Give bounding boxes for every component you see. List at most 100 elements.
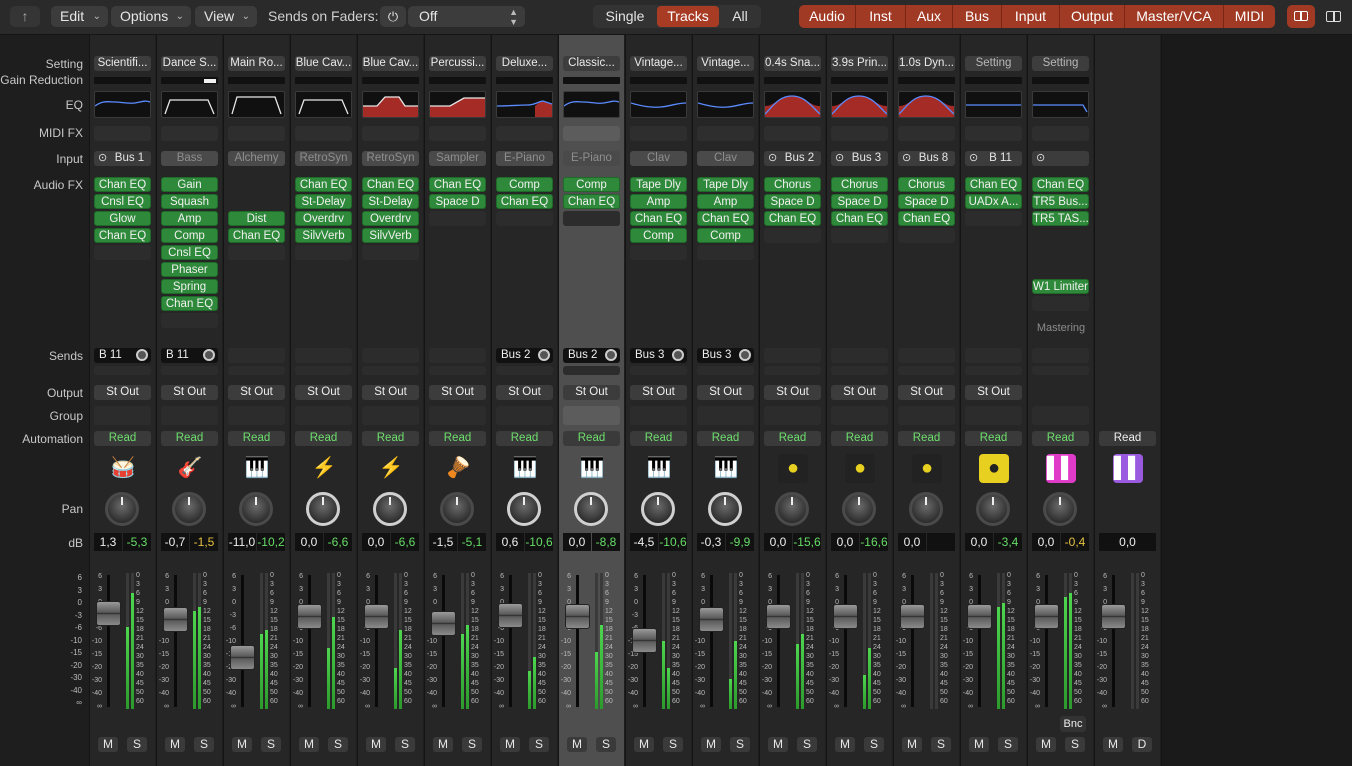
volume-readout[interactable]: -1,5 [429,533,457,551]
pan-knob[interactable] [507,492,541,526]
audio-fx-empty-slot[interactable] [764,228,821,243]
pan-knob[interactable] [239,492,273,526]
send-slot-empty[interactable] [295,366,352,375]
drum-kit-icon[interactable]: 🥁 [108,454,138,483]
mute-button[interactable]: M [1036,737,1056,752]
volume-fader[interactable] [364,604,389,629]
peak-readout[interactable]: -5,1 [458,533,486,551]
output-slot[interactable]: St Out [697,385,754,400]
volume-readout[interactable]: 0,0 [295,533,323,551]
automation-mode-button[interactable]: Read [965,431,1022,446]
audio-fx-plugin[interactable]: Phaser [161,262,218,277]
input-slot[interactable]: Alchemy [228,151,285,166]
pan-knob[interactable] [440,492,474,526]
audio-fx-plugin[interactable]: Squash [161,194,218,209]
volume-readout[interactable]: 0,0 [563,533,591,551]
peak-readout[interactable]: -16,6 [860,533,888,551]
midi-fx-slot[interactable] [563,126,620,141]
audio-fx-plugin[interactable]: Comp [563,177,620,192]
audio-fx-plugin[interactable]: Chan EQ [697,211,754,226]
audio-fx-plugin[interactable]: Chan EQ [965,177,1022,192]
peak-readout[interactable] [927,533,955,551]
peak-readout[interactable]: -10,2 [257,533,285,551]
audio-fx-plugin[interactable]: Comp [161,228,218,243]
audio-fx-plugin[interactable]: Tape Dly [697,177,754,192]
volume-readout[interactable]: 0,0 [362,533,390,551]
audio-fx-empty-slot[interactable] [429,211,486,226]
audio-fx-empty-slot[interactable] [228,245,285,260]
mute-button[interactable]: M [366,737,386,752]
group-slot[interactable] [1032,406,1089,425]
percussion-icon[interactable]: 🪘 [443,454,473,483]
eq-thumbnail[interactable] [630,91,687,118]
volume-readout[interactable]: 0,0 [831,533,859,551]
eq-thumbnail[interactable] [429,91,486,118]
filter-midi[interactable]: MIDI [1224,5,1275,28]
solo-button[interactable]: S [730,737,750,752]
audio-fx-plugin[interactable]: Comp [697,228,754,243]
pan-knob[interactable] [842,492,876,526]
group-slot[interactable] [429,406,486,425]
send-slot[interactable] [362,348,419,363]
volume-fader[interactable] [230,645,255,670]
filter-aux[interactable]: Aux [906,5,953,28]
audio-fx-plugin[interactable]: W1 Limiter [1032,279,1089,294]
automation-mode-button[interactable]: Read [831,431,888,446]
audio-fx-plugin[interactable]: Chan EQ [1032,177,1089,192]
midi-fx-slot[interactable] [362,126,419,141]
pan-knob[interactable] [574,492,608,526]
send-level-knob[interactable] [605,349,617,361]
audio-fx-empty-slot[interactable] [295,245,352,260]
audio-fx-plugin[interactable]: Tape Dly [630,177,687,192]
peak-readout[interactable]: -3,4 [994,533,1022,551]
group-slot[interactable] [94,406,151,425]
mute-button[interactable]: M [500,737,520,752]
vca-wave-icon[interactable]: ▌▌ [1113,454,1143,483]
group-slot[interactable] [563,406,620,425]
setting-button[interactable]: Deluxe... [496,56,553,71]
input-slot[interactable]: Sampler [429,151,486,166]
mute-button[interactable]: M [567,737,587,752]
automation-mode-button[interactable]: Read [1099,431,1156,446]
volume-readout[interactable]: 0,0 [764,533,792,551]
aux-knob-icon[interactable]: ● [778,454,808,483]
synth-icon[interactable]: ⚡ [309,454,339,483]
audio-fx-plugin[interactable]: Chan EQ [362,177,419,192]
input-slot[interactable]: Clav [697,151,754,166]
peak-readout[interactable]: -6,6 [324,533,352,551]
mute-button[interactable]: M [433,737,453,752]
clav-icon[interactable]: 🎹 [644,454,674,483]
input-slot[interactable]: RetroSyn [295,151,352,166]
view-mode-all[interactable]: All [723,6,757,27]
eq-thumbnail[interactable] [94,91,151,118]
edit-menu[interactable]: Edit ⌄ [51,6,108,27]
eq-thumbnail[interactable] [362,91,419,118]
group-slot[interactable] [764,406,821,425]
audio-fx-empty-slot[interactable] [831,228,888,243]
send-slot[interactable]: Bus 2 [563,348,620,363]
volume-readout[interactable]: 0,0 [1032,533,1060,551]
send-slot-empty[interactable] [362,366,419,375]
midi-fx-slot[interactable] [161,126,218,141]
filter-output[interactable]: Output [1060,5,1125,28]
audio-fx-plugin[interactable]: Dist [228,211,285,226]
automation-mode-button[interactable]: Read [94,431,151,446]
setting-button[interactable]: Blue Cav... [295,56,352,71]
automation-mode-button[interactable]: Read [295,431,352,446]
send-slot-empty[interactable] [228,366,285,375]
mute-button[interactable]: M [232,737,252,752]
automation-mode-button[interactable]: Read [429,431,486,446]
audio-fx-plugin[interactable]: Chan EQ [563,194,620,209]
dim-button[interactable]: D [1132,737,1152,752]
volume-fader[interactable] [632,628,657,653]
output-slot[interactable]: St Out [161,385,218,400]
peak-readout[interactable]: -9,9 [726,533,754,551]
audio-fx-plugin[interactable]: Amp [697,194,754,209]
pan-knob[interactable] [172,492,206,526]
solo-button[interactable]: S [931,737,951,752]
send-slot[interactable]: B 11 [94,348,151,363]
volume-fader[interactable] [498,603,523,628]
send-slot[interactable] [965,348,1022,363]
mute-button[interactable]: M [701,737,721,752]
keyboard-icon[interactable]: 🎹 [242,454,272,483]
